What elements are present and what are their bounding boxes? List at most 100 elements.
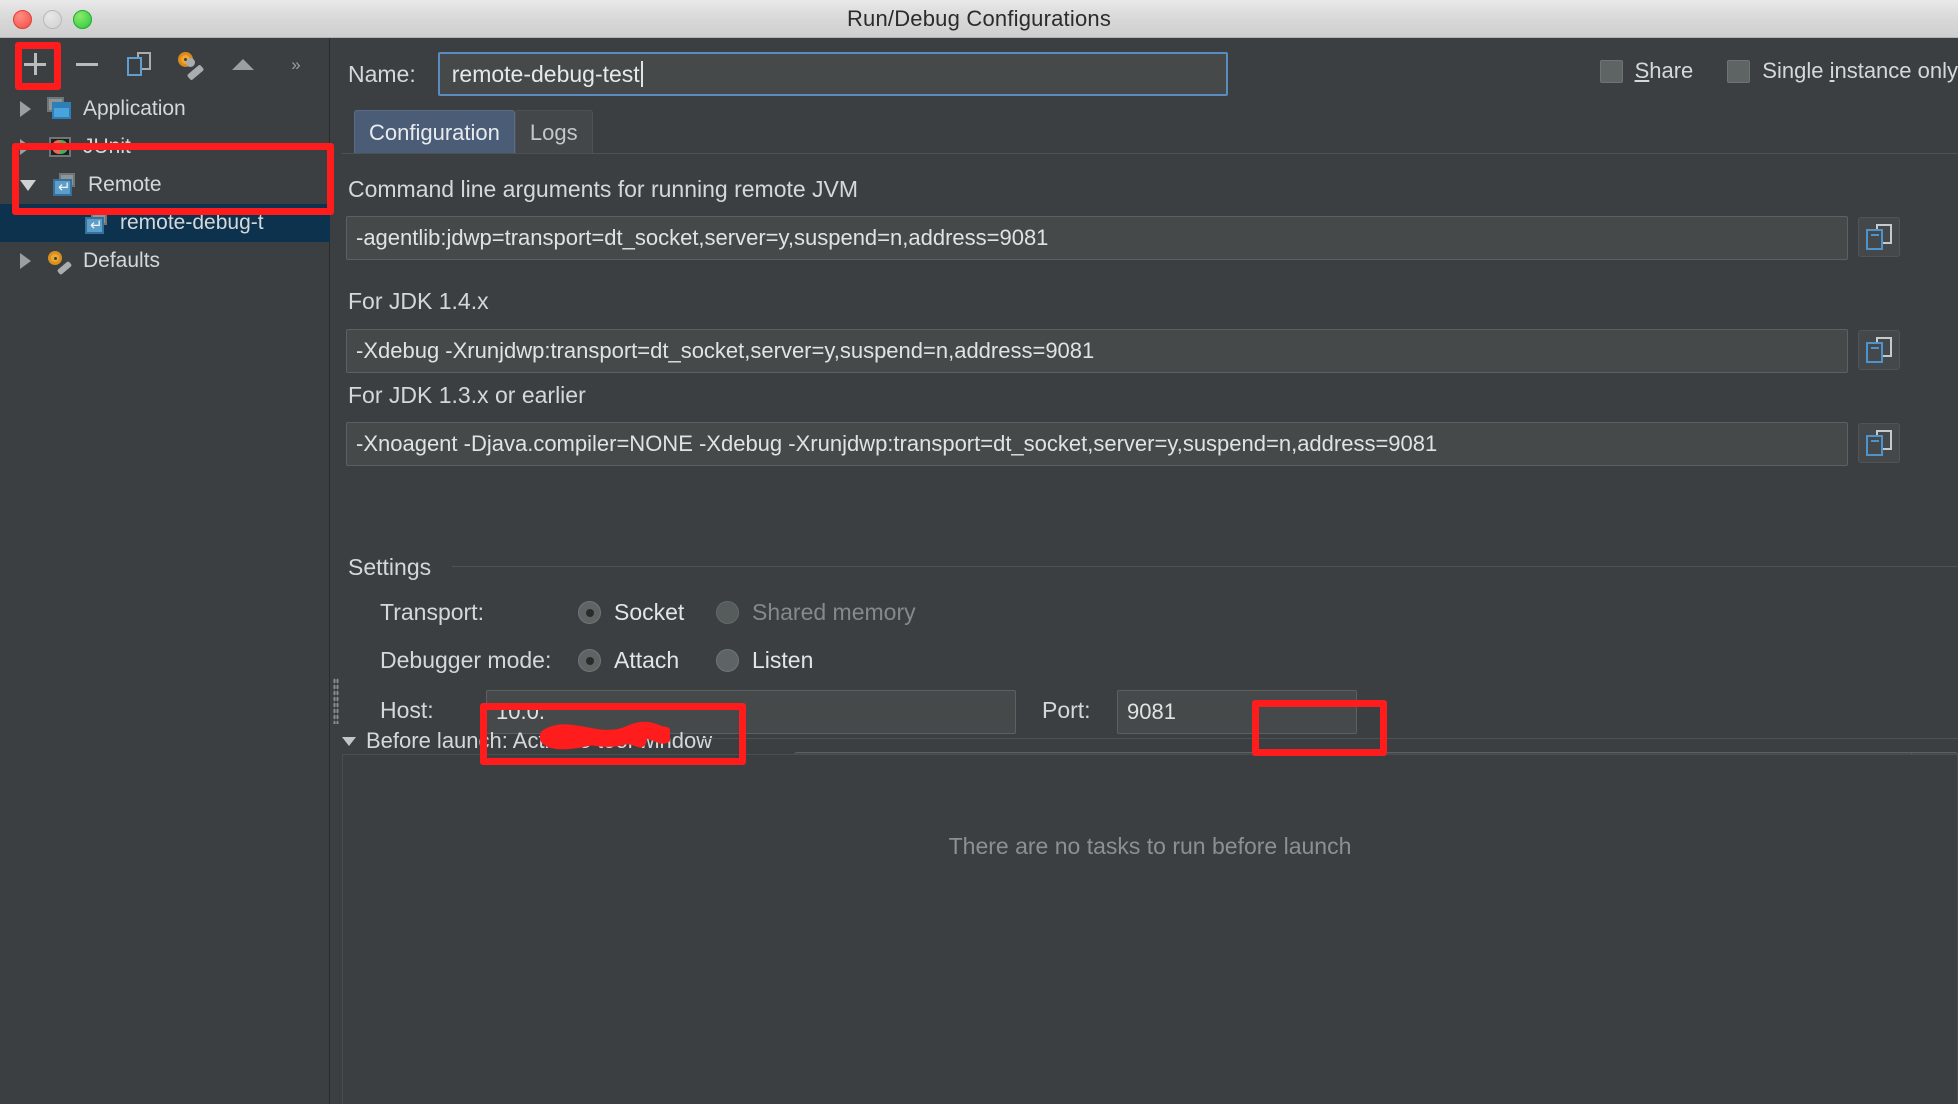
single-instance-checkbox[interactable] (1727, 60, 1750, 83)
single-instance-checkbox-row[interactable]: Single instance only (1727, 58, 1958, 84)
share-label: Share (1635, 58, 1694, 84)
before-launch-empty-text: There are no tasks to run before launch (949, 833, 1352, 860)
configuration-tabs: Configuration Logs (354, 110, 593, 154)
close-button[interactable] (13, 10, 32, 29)
more-button[interactable]: » (280, 49, 310, 79)
transport-socket-option[interactable]: Socket (578, 599, 684, 626)
name-input-value: remote-debug-test (452, 61, 640, 88)
before-launch-title: Before launch: Activate tool window (366, 728, 712, 754)
tree-item-label: JUnit (83, 135, 131, 159)
sidebar-toolbar: » (0, 38, 330, 90)
panel-splitter[interactable] (330, 38, 342, 1104)
share-checkbox[interactable] (1600, 60, 1623, 83)
traffic-light-buttons (13, 0, 92, 38)
configuration-tab-content: Command line arguments for running remot… (342, 153, 1958, 737)
tree-item-remote-debug-test[interactable]: remote-debug-t (0, 204, 330, 242)
configuration-panel: Name: remote-debug-test Share Single ins… (342, 38, 1958, 1104)
copy-configuration-button[interactable] (124, 49, 154, 79)
debugger-mode-row: Debugger mode: (380, 647, 551, 674)
tree-item-label: Application (83, 97, 186, 121)
copy-jdk14-button[interactable] (1858, 330, 1900, 370)
copy-icon (1866, 337, 1892, 363)
cmdline-label: Command line arguments for running remot… (348, 176, 858, 203)
chevron-right-icon[interactable] (20, 139, 31, 155)
transport-row: Transport: (380, 599, 484, 626)
tree-item-junit[interactable]: JUnit (0, 128, 330, 166)
transport-shared-memory-radio (716, 601, 739, 624)
host-value: 10.0. (496, 699, 545, 725)
tree-item-defaults[interactable]: Defaults (0, 242, 330, 280)
port-value: 9081 (1127, 699, 1176, 725)
remove-configuration-button[interactable] (72, 49, 102, 79)
host-label: Host: (380, 697, 434, 724)
application-icon (47, 97, 73, 121)
debugger-mode-label: Debugger mode: (380, 647, 551, 674)
tree-item-label: Remote (88, 173, 162, 197)
name-label: Name: (348, 61, 416, 88)
jdk14-value: -Xdebug -Xrunjdwp:transport=dt_socket,se… (356, 338, 1094, 364)
jdk13-field[interactable]: -Xnoagent -Djava.compiler=NONE -Xdebug -… (346, 422, 1848, 466)
copy-cmdline-button[interactable] (1858, 217, 1900, 257)
jdk14-label: For JDK 1.4.x (348, 288, 489, 315)
transport-shared-memory-label: Shared memory (752, 599, 916, 626)
tab-logs[interactable]: Logs (515, 110, 593, 154)
tree-item-label: remote-debug-t (120, 211, 264, 235)
tree-item-remote[interactable]: Remote (0, 166, 330, 204)
copy-icon (1866, 430, 1892, 456)
chevron-right-icon[interactable] (20, 101, 31, 117)
run-debug-configurations-window: Run/Debug Configurations » (0, 0, 1958, 1104)
before-launch-divider (702, 738, 1958, 739)
configurations-tree: Application JUnit Remote remote-debug-t … (0, 90, 330, 280)
defaults-icon (47, 249, 73, 273)
move-up-button[interactable] (228, 49, 258, 79)
copy-icon (1866, 224, 1892, 250)
port-input[interactable]: 9081 (1117, 690, 1357, 734)
tree-item-label: Defaults (83, 249, 160, 273)
configurations-sidebar: » Application JUnit Remote remote-debug-… (0, 38, 330, 1104)
share-checkbox-row[interactable]: Share (1600, 58, 1694, 84)
single-instance-label: Single instance only (1762, 58, 1958, 84)
text-caret (641, 61, 643, 87)
before-launch-header[interactable]: Before launch: Activate tool window (342, 728, 712, 754)
debugger-mode-listen-option[interactable]: Listen (716, 647, 813, 674)
debugger-mode-attach-option[interactable]: Attach (578, 647, 679, 674)
triangle-up-icon (232, 59, 254, 70)
name-input[interactable]: remote-debug-test (438, 52, 1228, 96)
add-configuration-button[interactable] (20, 49, 50, 79)
copy-jdk13-button[interactable] (1858, 423, 1900, 463)
jdk14-field[interactable]: -Xdebug -Xrunjdwp:transport=dt_socket,se… (346, 329, 1848, 373)
debugger-mode-attach-label: Attach (614, 647, 679, 674)
copy-icon (127, 52, 151, 76)
chevron-right-icon[interactable] (20, 253, 31, 269)
settings-group-title: Settings (348, 554, 431, 581)
remote-icon (84, 211, 110, 235)
jdk13-value: -Xnoagent -Djava.compiler=NONE -Xdebug -… (356, 431, 1437, 457)
port-label: Port: (1042, 697, 1091, 724)
window-title: Run/Debug Configurations (0, 6, 1958, 32)
cmdline-field[interactable]: -agentlib:jdwp=transport=dt_socket,serve… (346, 216, 1848, 260)
minimize-button[interactable] (43, 10, 62, 29)
tab-configuration[interactable]: Configuration (354, 110, 515, 154)
chevron-down-icon[interactable] (20, 180, 36, 191)
maximize-button[interactable] (73, 10, 92, 29)
before-launch-task-list[interactable]: There are no tasks to run before launch (342, 754, 1958, 1104)
transport-socket-radio[interactable] (578, 601, 601, 624)
edit-defaults-button[interactable] (176, 49, 206, 79)
port-row: Port: (1042, 697, 1091, 724)
window-titlebar: Run/Debug Configurations (0, 0, 1958, 38)
splitter-grip-icon[interactable] (333, 678, 339, 724)
debugger-mode-attach-radio[interactable] (578, 649, 601, 672)
header-options: Share Single instance only (1600, 58, 1958, 84)
wrench-gear-icon (178, 52, 204, 76)
debugger-mode-listen-radio[interactable] (716, 649, 739, 672)
cmdline-value: -agentlib:jdwp=transport=dt_socket,serve… (356, 225, 1048, 251)
host-row: Host: (380, 697, 434, 724)
jdk13-label: For JDK 1.3.x or earlier (348, 382, 586, 409)
remote-icon (52, 173, 78, 197)
transport-socket-label: Socket (614, 599, 684, 626)
debugger-mode-listen-label: Listen (752, 647, 813, 674)
settings-divider (452, 566, 1958, 567)
chevron-down-icon[interactable] (342, 737, 356, 746)
transport-label: Transport: (380, 599, 484, 626)
tree-item-application[interactable]: Application (0, 90, 330, 128)
